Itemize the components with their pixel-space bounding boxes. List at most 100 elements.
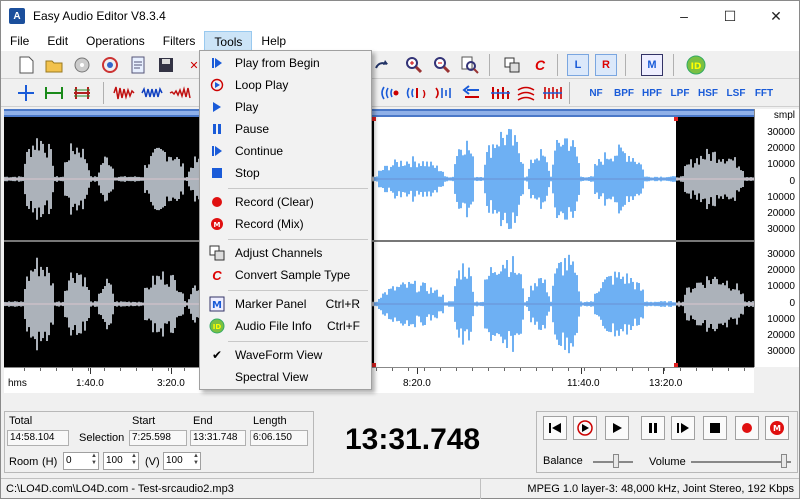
scale-tick-label: 0 (789, 297, 795, 309)
time-ruler[interactable]: hms 1:40.0 3:20.0 8:20.0 11:40.0 13:20.0 (4, 367, 754, 393)
reverb-icon[interactable]: ) (405, 82, 427, 104)
menu-file[interactable]: File (1, 31, 38, 51)
end-value[interactable]: 13:31.748 (190, 430, 246, 446)
ruler-minor-tick (120, 368, 121, 371)
ruler-minor-tick (104, 368, 105, 371)
left-channel-button[interactable]: L (567, 54, 589, 76)
redo-icon[interactable] (371, 54, 393, 76)
room-h-start-stepper[interactable]: 0 ▲ ▼ (63, 452, 99, 470)
svg-text:M: M (212, 300, 222, 311)
reverse-icon[interactable] (461, 82, 483, 104)
select-all-icon[interactable] (15, 82, 37, 104)
menu-item-record-clear[interactable]: Record (Clear) (202, 191, 370, 213)
play-button[interactable] (605, 416, 629, 440)
record-mix-button[interactable]: M (765, 416, 789, 440)
zoom-in-icon[interactable] (403, 54, 425, 76)
select-range-icon[interactable] (43, 82, 65, 104)
spin-arrows-icon[interactable]: ▲ ▼ (91, 453, 97, 467)
menu-item-audio-file-info[interactable]: ID Audio File Info Ctrl+F (202, 315, 370, 337)
recent-files-icon[interactable] (99, 54, 121, 76)
waveform-canvas[interactable] (4, 109, 754, 367)
menu-item-play[interactable]: Play (202, 96, 370, 118)
menu-separator (228, 290, 368, 291)
menu-bar: File Edit Operations Filters Tools Help (1, 31, 799, 51)
zoom-fit-icon[interactable] (459, 54, 481, 76)
zoom-out-icon[interactable] (431, 54, 453, 76)
menu-item-marker-panel[interactable]: M Marker Panel Ctrl+R (202, 293, 370, 315)
volume-slider[interactable] (691, 461, 791, 463)
menu-item-convert-sample-type[interactable]: C Convert Sample Type (202, 264, 370, 286)
minimize-button[interactable]: – (661, 1, 707, 31)
open-folder-icon[interactable] (43, 54, 65, 76)
volume-slider-thumb[interactable] (781, 454, 787, 468)
select-trim-icon[interactable] (71, 82, 93, 104)
filter-lsf-button[interactable]: LSF (723, 82, 749, 104)
loop-play-button[interactable] (573, 416, 597, 440)
menu-item-waveform-view[interactable]: ✔ WaveForm View (202, 344, 370, 366)
spin-arrows-icon[interactable]: ▲ ▼ (131, 453, 137, 467)
continue-button[interactable] (671, 416, 695, 440)
menu-item-adjust-channels[interactable]: Adjust Channels (202, 242, 370, 264)
pitch-icon[interactable] (489, 82, 511, 104)
toolbar-separator (103, 82, 104, 104)
convert-icon[interactable]: C (529, 54, 551, 76)
filter-hsf-button[interactable]: HSF (695, 82, 721, 104)
menu-help[interactable]: Help (252, 31, 295, 51)
filter-bpf-button[interactable]: BPF (611, 82, 637, 104)
menu-item-pause[interactable]: Pause (202, 118, 370, 140)
stop-button[interactable] (703, 416, 727, 440)
save-icon[interactable] (155, 54, 177, 76)
ruler-tick (171, 368, 172, 374)
echo-icon[interactable] (379, 82, 401, 104)
ruler-minor-tick (56, 368, 57, 371)
pause-button[interactable] (641, 416, 665, 440)
normalize-icon[interactable] (141, 82, 163, 104)
app-window: A Easy Audio Editor V8.3.4 – ☐ ✕ File Ed… (0, 0, 800, 499)
balance-slider-thumb[interactable] (613, 454, 619, 468)
ruler-minor-tick (472, 368, 473, 371)
filter-hpf-button[interactable]: HPF (639, 82, 665, 104)
room-v-stepper[interactable]: 100 ▲ ▼ (163, 452, 201, 470)
ruler-tick-label: 13:20.0 (649, 378, 683, 389)
tempo-icon[interactable] (515, 82, 537, 104)
edit-info-icon[interactable] (127, 54, 149, 76)
chorus-icon[interactable] (433, 82, 455, 104)
play-from-begin-button[interactable] (543, 416, 567, 440)
menu-operations[interactable]: Operations (77, 31, 154, 51)
maximize-button[interactable]: ☐ (707, 1, 753, 31)
audio-info-button[interactable]: ID (685, 54, 707, 76)
menu-edit[interactable]: Edit (38, 31, 77, 51)
menu-item-label: Loop Play (235, 78, 289, 92)
close-button[interactable]: ✕ (753, 1, 799, 31)
marker-panel-button[interactable]: M (641, 54, 663, 76)
filter-lpf-button[interactable]: LPF (667, 82, 693, 104)
open-cd-icon[interactable] (71, 54, 93, 76)
room-h-end-stepper[interactable]: 100 ▲ ▼ (103, 452, 139, 470)
fade-in-icon[interactable] (169, 82, 191, 104)
adjust-channels-icon[interactable] (501, 54, 523, 76)
menu-item-spectral-view[interactable]: Spectral View (202, 366, 370, 388)
ruler-minor-tick (72, 368, 73, 371)
menu-item-play-from-begin[interactable]: Play from Begin (202, 52, 370, 74)
menu-item-continue[interactable]: Continue (202, 140, 370, 162)
filter-nf-button[interactable]: NF (583, 82, 609, 104)
waveform-view[interactable] (4, 109, 754, 367)
menu-item-loop-play[interactable]: Loop Play (202, 74, 370, 96)
spin-arrows-icon[interactable]: ▲ ▼ (193, 453, 199, 467)
menu-tools[interactable]: Tools (204, 31, 253, 51)
fft-button[interactable]: FFT (751, 82, 777, 104)
menu-item-stop[interactable]: Stop (202, 162, 370, 184)
new-file-icon[interactable] (15, 54, 37, 76)
length-value[interactable]: 6:06.150 (250, 430, 308, 446)
ruler-minor-tick (648, 368, 649, 371)
right-channel-button[interactable]: R (595, 54, 617, 76)
menu-item-record-mix[interactable]: M Record (Mix) (202, 213, 370, 235)
noise-removal-icon[interactable] (541, 82, 563, 104)
menu-separator (228, 239, 368, 240)
start-value[interactable]: 7:25.598 (129, 430, 187, 446)
record-button[interactable] (735, 416, 759, 440)
ruler-minor-tick (632, 368, 633, 371)
menu-filters[interactable]: Filters (154, 31, 205, 51)
amplify-icon[interactable] (113, 82, 135, 104)
menu-item-label: Stop (235, 166, 260, 180)
